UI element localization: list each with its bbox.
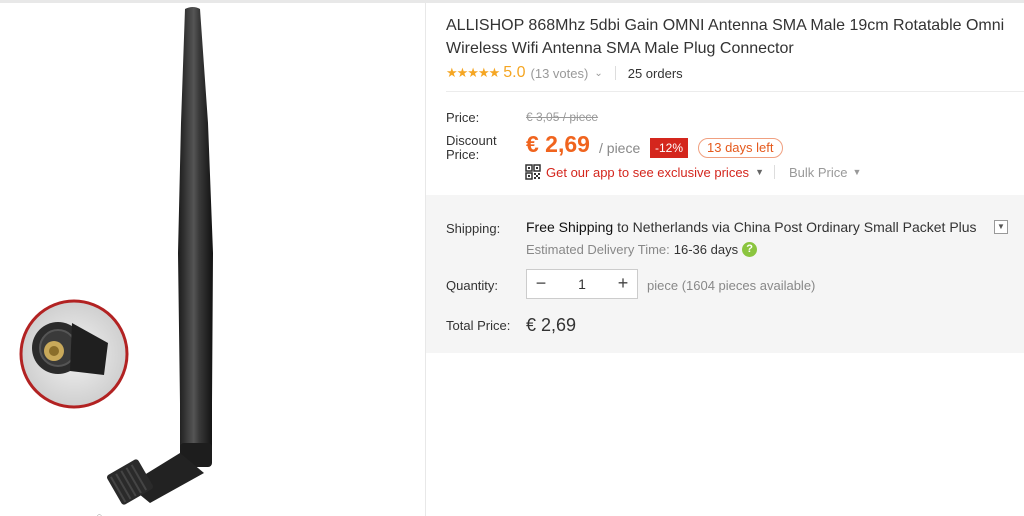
quantity-stepper: − 1 +	[526, 269, 638, 299]
divider	[614, 66, 616, 80]
decrement-button[interactable]: −	[527, 270, 555, 298]
total-price-label: Total Price:	[446, 318, 511, 333]
caret-down-icon[interactable]: ▼	[853, 167, 862, 177]
shipping-label: Shipping:	[446, 221, 501, 236]
estimated-delivery: Estimated Delivery Time: 16-36 days ?	[526, 242, 758, 257]
rating-value: 5.0	[503, 64, 526, 81]
divider	[446, 91, 1024, 92]
estimated-delivery-days: 16-36 days	[673, 242, 739, 257]
app-promo-row: Get our app to see exclusive prices ▼ Bu…	[525, 164, 861, 180]
product-title: ALLISHOP 868Mhz 5dbi Gain OMNI Antenna S…	[446, 17, 1005, 57]
star-rating-icon: ★★★★★	[446, 65, 500, 80]
shipping-destination: to Netherlands via China Post Ordinary S…	[617, 219, 977, 235]
original-price: € 3,05 / piece	[526, 110, 599, 124]
days-left-badge: 13 days left	[698, 138, 783, 158]
discount-badge: -12%	[650, 138, 689, 158]
quantity-input[interactable]: 1	[555, 276, 609, 292]
pieces-available: piece (1604 pieces available)	[647, 278, 816, 293]
discount-label-line1: Discount	[446, 133, 497, 148]
per-piece-unit: / piece	[599, 140, 641, 156]
estimated-delivery-label: Estimated Delivery Time:	[526, 242, 670, 257]
help-icon[interactable]: ?	[742, 242, 758, 257]
divider	[773, 165, 775, 179]
orders-count: 25 orders	[627, 65, 683, 81]
product-image: ○	[19, 7, 213, 516]
total-price: € 2,69	[526, 315, 577, 335]
discount-label-line2: Price:	[446, 147, 480, 162]
product-detail-panel: ALLISHOP 868Mhz 5dbi Gain OMNI Antenna S…	[426, 3, 1024, 516]
price-label: Price:	[446, 110, 480, 125]
votes-link[interactable]: (13 votes)	[531, 66, 589, 81]
qr-code-icon	[525, 164, 541, 180]
rating-row: ★★★★★ 5.0 (13 votes) ⌄ 25 orders	[446, 63, 683, 83]
discount-price: € 2,69	[526, 131, 590, 157]
increment-button[interactable]: +	[609, 270, 637, 298]
caret-down-icon[interactable]: ▼	[755, 167, 764, 177]
svg-text:○: ○	[96, 511, 103, 516]
quantity-label: Quantity:	[446, 278, 499, 293]
chevron-down-icon[interactable]: ⌄	[594, 68, 602, 79]
shipping-method[interactable]: Free Shipping to Netherlands via China P…	[526, 219, 977, 235]
shipping-section: Shipping: Free Shipping to Netherlands v…	[426, 195, 1024, 353]
bulk-price-link[interactable]: Bulk Price	[789, 165, 848, 180]
app-prices-link[interactable]: Get our app to see exclusive prices	[546, 165, 749, 180]
product-image-panel[interactable]: ○	[0, 3, 426, 516]
shipping-dropdown-icon[interactable]: ▼	[994, 220, 1008, 234]
free-shipping-text: Free Shipping	[526, 219, 614, 235]
